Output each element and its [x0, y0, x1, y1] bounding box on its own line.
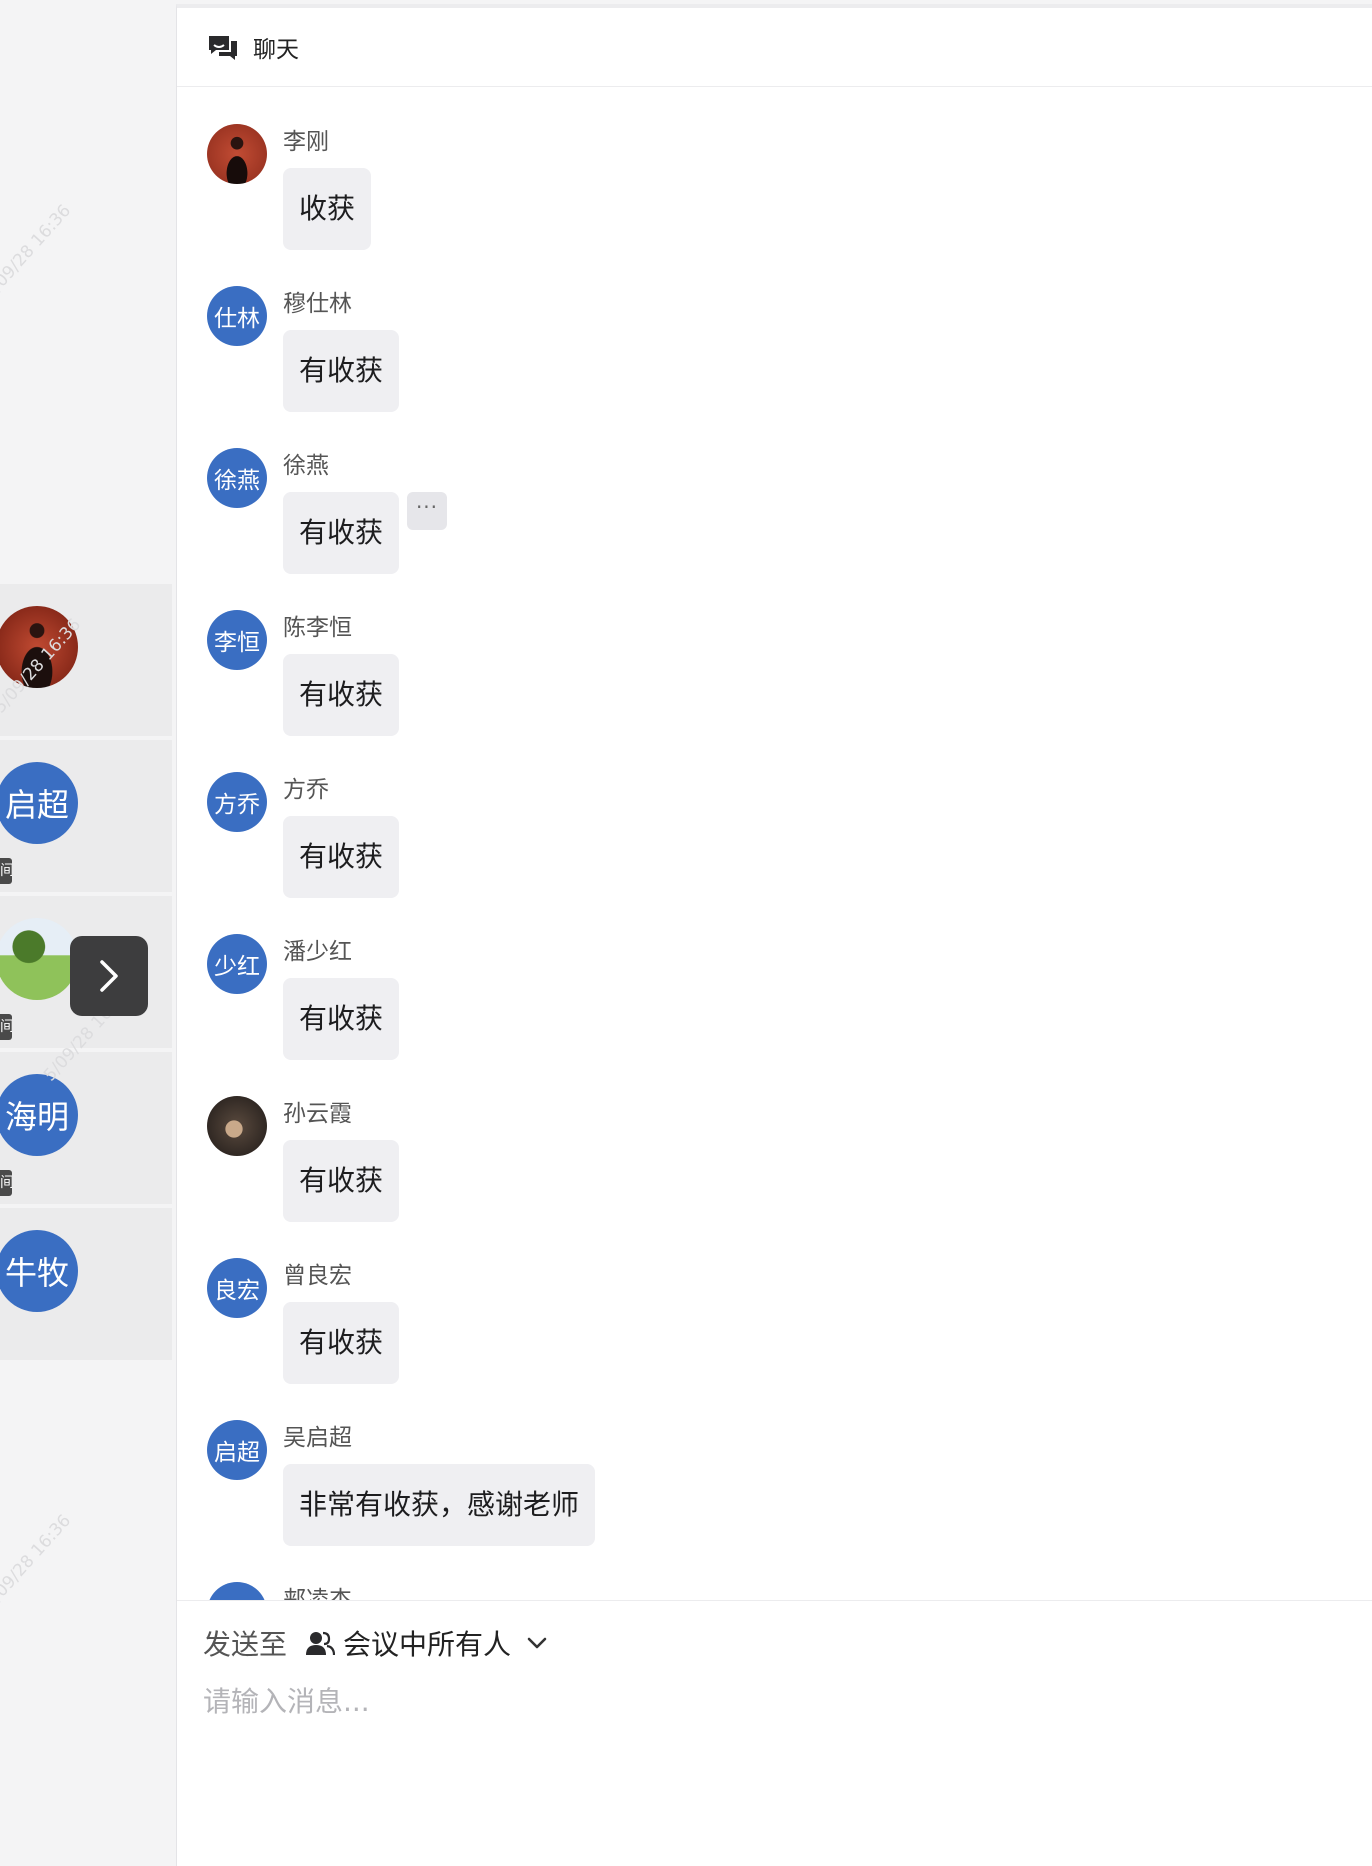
- sender-name: 陈李恒: [283, 615, 352, 641]
- message-bubble[interactable]: 有收获: [283, 816, 400, 898]
- message-bubble[interactable]: 非常有收获，感谢老师: [283, 1464, 596, 1546]
- participant-status-tag: 间: [0, 1014, 12, 1040]
- participant-avatar: 牛牧: [0, 1230, 78, 1312]
- sender-avatar-photo: [207, 124, 267, 184]
- expand-panel-button[interactable]: [70, 936, 148, 1016]
- sender-avatar: 良宏: [207, 1258, 267, 1318]
- message-bubble[interactable]: 有收获: [283, 330, 400, 412]
- chat-panel: 聊天 李刚 收获 仕林 穆仕林 有收获 徐燕 徐燕 有收获 ··· 李恒 陈李恒…: [176, 4, 1372, 1866]
- sender-name: 吴启超: [283, 1425, 352, 1451]
- sender-name: 郏凌杰: [283, 1587, 352, 1600]
- chat-title: 聊天: [253, 37, 299, 63]
- participant-tile[interactable]: 启超 间: [0, 740, 172, 892]
- participant-tile[interactable]: 海明 间 5/09/28 16:36: [0, 983, 172, 1204]
- message-bubble[interactable]: 有收获: [283, 978, 400, 1060]
- people-icon: [306, 1631, 336, 1656]
- participant-tile[interactable]: 牛牧: [0, 1208, 172, 1360]
- recipient-value: 会议中所有人: [343, 1628, 512, 1661]
- participant-avatar: 海明: [0, 1074, 78, 1156]
- sender-name: 曾良宏: [283, 1263, 352, 1289]
- message-bubble[interactable]: 有收获: [283, 1140, 400, 1222]
- sender-avatar: 仕林: [207, 286, 267, 346]
- participant-tile[interactable]: 5/09/28 16:36: [0, 584, 172, 736]
- sender-name: 穆仕林: [283, 291, 352, 317]
- send-to-label: 发送至: [203, 1628, 288, 1661]
- participant-status-tag: 间: [0, 1170, 12, 1196]
- sender-name: 孙云霞: [283, 1101, 352, 1127]
- message-bubble[interactable]: 有收获: [283, 654, 400, 736]
- sender-avatar: 启超: [207, 1420, 267, 1480]
- watermark: 5/09/28 16:36: [0, 1510, 76, 1614]
- sender-name: 方乔: [283, 777, 329, 803]
- message-composer: 发送至 会议中所有人: [177, 1600, 1372, 1866]
- sender-avatar-photo: [207, 1096, 267, 1156]
- participant-avatar-photo: [0, 918, 78, 1000]
- sender-avatar: 少红: [207, 934, 267, 994]
- message-bubble[interactable]: 有收获: [283, 1302, 400, 1384]
- chevron-right-icon: [100, 960, 118, 992]
- participant-avatar: 启超: [0, 762, 78, 844]
- sender-name: 徐燕: [283, 453, 329, 479]
- message-more-button[interactable]: ···: [407, 492, 447, 530]
- message-list[interactable]: 李刚 收获 仕林 穆仕林 有收获 徐燕 徐燕 有收获 ··· 李恒 陈李恒 有收…: [177, 88, 1372, 1600]
- chevron-down-icon: [527, 1637, 547, 1649]
- sender-avatar: 方乔: [207, 772, 267, 832]
- sender-name: 李刚: [283, 129, 329, 155]
- sender-avatar: 李恒: [207, 610, 267, 670]
- participant-status-tag: 间: [0, 858, 12, 884]
- recipient-selector[interactable]: 发送至 会议中所有人: [203, 1623, 549, 1663]
- watermark: 5/09/28 16:36: [0, 200, 76, 304]
- participant-strip: 5/09/28 16:36 5/09/28 16:36 5/09/28 16:3…: [0, 0, 176, 1862]
- chat-bubbles-icon: [209, 36, 237, 60]
- chat-header: 聊天: [177, 8, 1372, 87]
- sender-avatar: 徐燕: [207, 448, 267, 508]
- message-input[interactable]: [203, 1679, 1303, 1723]
- sender-name: 潘少红: [283, 939, 352, 965]
- message-bubble[interactable]: 有收获: [283, 492, 400, 574]
- message-bubble[interactable]: 收获: [283, 168, 372, 250]
- sender-avatar: 凌杰: [207, 1582, 267, 1600]
